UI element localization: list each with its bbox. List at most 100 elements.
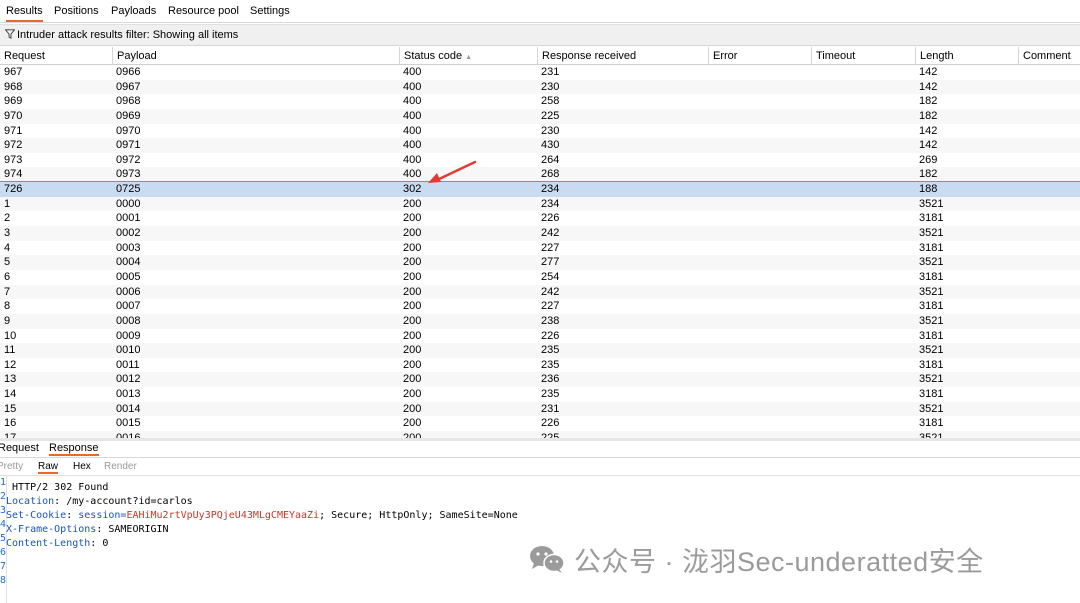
tab-resource-pool[interactable]: Resource pool <box>168 0 239 21</box>
cell-payload: 0004 <box>116 256 141 269</box>
cell-request: 16 <box>4 417 17 430</box>
cell-request: 974 <box>4 168 23 181</box>
table-row[interactable]: 17 0016 200 225 3521 <box>0 431 1080 438</box>
cell-status-code: 400 <box>403 80 422 93</box>
cell-response-received: 258 <box>541 95 560 108</box>
table-row[interactable]: 16 0015 200 226 3181 <box>0 416 1080 431</box>
table-row[interactable]: 967 0966 400 231 142 <box>0 65 1080 80</box>
column-header-timeout[interactable]: Timeout <box>811 47 915 64</box>
table-row[interactable]: 2 0001 200 226 3181 <box>0 211 1080 226</box>
table-row[interactable]: 1 0000 200 234 3521 <box>0 196 1080 212</box>
table-row[interactable]: 10 0009 200 226 3181 <box>0 329 1080 344</box>
cell-response-received: 227 <box>541 300 560 313</box>
table-row[interactable]: 974 0973 400 268 182 <box>0 167 1080 183</box>
cell-request: 8 <box>4 300 11 313</box>
table-row[interactable]: 15 0014 200 231 3521 <box>0 401 1080 417</box>
tab-positions[interactable]: Positions <box>54 0 99 21</box>
table-header: Request Payload Status code ▲ Response re… <box>0 47 1080 65</box>
cell-length: 3521 <box>919 402 944 415</box>
cell-payload: 0725 <box>116 183 141 196</box>
cell-payload: 0008 <box>116 314 141 327</box>
table-row[interactable]: 12 0011 200 235 3181 <box>0 358 1080 373</box>
cell-length: 142 <box>919 80 938 93</box>
cell-response-received: 226 <box>541 212 560 225</box>
cell-status-code: 200 <box>403 358 422 371</box>
table-row[interactable]: 968 0967 400 230 142 <box>0 79 1080 95</box>
cell-status-code: 400 <box>403 124 422 137</box>
table-row[interactable]: 8 0007 200 227 3181 <box>0 299 1080 314</box>
cell-payload: 0009 <box>116 329 141 342</box>
tab-results[interactable]: Results <box>6 0 43 22</box>
annotation-arrow-icon <box>428 160 477 183</box>
cell-request: 2 <box>4 212 11 225</box>
table-row[interactable]: 7 0006 200 242 3521 <box>0 284 1080 300</box>
cell-request: 7 <box>4 285 11 298</box>
cell-length: 182 <box>919 168 938 181</box>
tab-request[interactable]: Request <box>0 441 39 456</box>
column-header-comment[interactable]: Comment <box>1018 47 1080 64</box>
cell-payload: 0003 <box>116 241 141 254</box>
cell-request: 11 <box>4 344 16 357</box>
table-row[interactable]: 14 0013 200 235 3181 <box>0 387 1080 402</box>
table-row[interactable]: 13 0012 200 236 3521 <box>0 372 1080 388</box>
cell-status-code: 200 <box>403 241 422 254</box>
cell-status-code: 200 <box>403 270 422 283</box>
intruder-tabs: Results Positions Payloads Resource pool… <box>0 0 1080 23</box>
column-header-payload[interactable]: Payload <box>112 47 399 64</box>
cell-length: 182 <box>919 109 938 122</box>
cell-response-received: 234 <box>541 197 560 210</box>
table-row[interactable]: 4 0003 200 227 3181 <box>0 241 1080 256</box>
column-header-response-received[interactable]: Response received <box>537 47 708 64</box>
cell-status-code: 400 <box>403 95 422 108</box>
tab-response[interactable]: Response <box>49 441 99 456</box>
table-row[interactable]: 9 0008 200 238 3521 <box>0 313 1080 329</box>
table-row[interactable]: 969 0968 400 258 182 <box>0 94 1080 109</box>
cell-length: 3521 <box>915 431 943 438</box>
column-header-error[interactable]: Error <box>708 47 811 64</box>
view-tab-hex[interactable]: Hex <box>73 459 91 474</box>
cell-payload: 0968 <box>116 95 141 108</box>
cell-status-code: 200 <box>399 431 421 438</box>
table-row[interactable]: 970 0969 400 225 182 <box>0 108 1080 124</box>
cell-response-received: 242 <box>541 227 560 240</box>
table-row[interactable]: 11 0010 200 235 3521 <box>0 343 1080 358</box>
column-header-request[interactable]: Request <box>0 47 112 64</box>
view-tab-raw[interactable]: Raw <box>38 459 59 474</box>
cell-response-received: 277 <box>541 256 560 269</box>
table-row[interactable]: 972 0971 400 430 142 <box>0 138 1080 153</box>
cell-payload: 0966 <box>116 66 141 78</box>
table-row[interactable]: 3 0002 200 242 3521 <box>0 226 1080 241</box>
cell-payload: 0971 <box>116 139 141 152</box>
tab-payloads[interactable]: Payloads <box>111 0 156 21</box>
cell-payload: 0013 <box>116 388 141 401</box>
cell-payload: 0015 <box>116 417 141 430</box>
table-row[interactable]: 971 0970 400 230 142 <box>0 124 1080 139</box>
cell-length: 3181 <box>919 358 944 371</box>
cell-status-code: 200 <box>403 227 422 240</box>
table-row[interactable]: 5 0004 200 277 3521 <box>0 255 1080 270</box>
cell-response-received: 225 <box>537 431 559 438</box>
cell-length: 3181 <box>919 212 944 225</box>
view-tab-pretty[interactable]: Pretty <box>0 459 23 474</box>
results-filter-bar[interactable]: Intruder attack results filter: Showing … <box>0 24 1080 46</box>
watermark-text: 公众号 · 泷羽Sec-underatted安全 <box>574 546 984 577</box>
table-row[interactable]: 973 0972 400 264 269 <box>0 153 1080 168</box>
editor-line: 8 <box>0 575 6 586</box>
cell-status-code: 200 <box>403 197 422 210</box>
table-row[interactable]: 726 0725 302 234 188 <box>0 181 1080 198</box>
cell-length: 3521 <box>919 285 944 298</box>
cell-request: 971 <box>4 124 23 137</box>
column-header-length[interactable]: Length <box>915 47 1018 64</box>
cell-request: 3 <box>4 227 11 240</box>
cell-length: 142 <box>919 139 938 152</box>
cell-payload: 0000 <box>116 197 141 210</box>
cell-request: 5 <box>4 256 11 269</box>
column-header-status-code[interactable]: Status code ▲ <box>399 47 537 64</box>
cell-response-received: 226 <box>541 329 560 342</box>
cell-response-received: 235 <box>541 358 560 371</box>
view-tab-render[interactable]: Render <box>104 459 137 474</box>
table-row[interactable]: 6 0005 200 254 3181 <box>0 270 1080 285</box>
message-tabs: Request Response <box>0 441 1080 458</box>
tab-settings[interactable]: Settings <box>250 0 290 21</box>
cell-status-code: 302 <box>403 183 422 196</box>
